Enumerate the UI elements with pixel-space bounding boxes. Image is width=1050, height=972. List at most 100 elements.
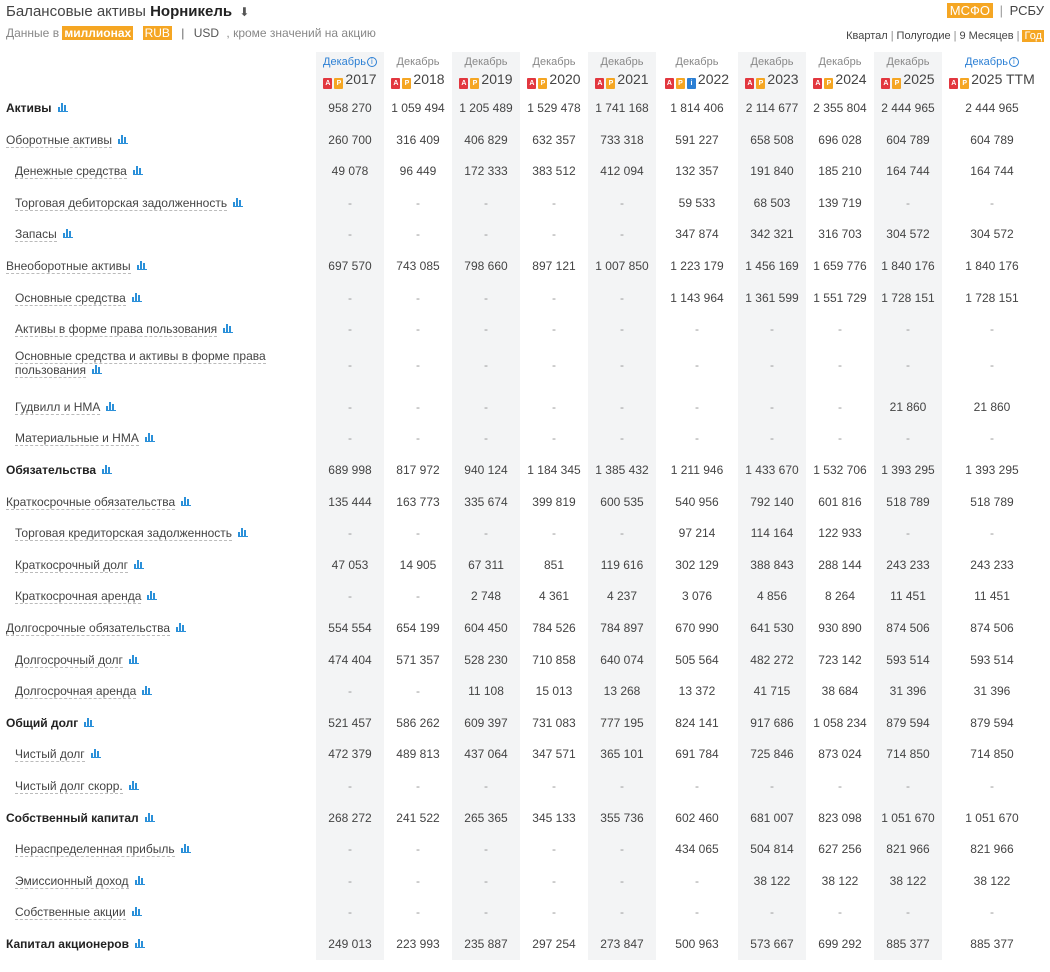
row-label[interactable]: Основные средства <box>15 290 142 306</box>
row-label[interactable]: Торговая дебиторская задолженность <box>15 195 244 211</box>
pdf-report-icon[interactable]: A <box>459 78 469 89</box>
table-cell: - <box>484 195 488 210</box>
bar-chart-icon[interactable] <box>136 261 147 270</box>
bar-chart-icon[interactable] <box>57 103 68 112</box>
row-label[interactable]: Оборотные активы <box>6 132 128 148</box>
bar-chart-icon[interactable] <box>84 717 95 727</box>
table-cell: - <box>348 684 352 699</box>
table-cell: 241 522 <box>396 810 440 825</box>
column-month-label: Декабрь <box>818 56 862 68</box>
row-label[interactable]: Долгосрочные обязательства <box>6 621 187 636</box>
bar-chart-icon[interactable] <box>91 364 102 374</box>
bar-chart-icon[interactable] <box>147 591 158 601</box>
row-label[interactable]: Краткосрочный долг <box>15 557 145 573</box>
period-tab[interactable]: 9 Месяцев <box>959 30 1013 42</box>
currency-usd-button[interactable]: USD <box>194 26 219 40</box>
table-cell: 342 321 <box>750 227 794 242</box>
bar-chart-icon[interactable] <box>128 654 139 664</box>
row-label-text: Краткосрочные обязательства <box>6 494 176 510</box>
pdf-report-icon[interactable]: A <box>391 78 401 89</box>
presentation-icon[interactable]: P <box>756 78 766 89</box>
bar-chart-icon[interactable] <box>233 197 244 207</box>
row-label[interactable]: Активы <box>6 101 68 115</box>
period-tab[interactable]: Квартал <box>846 30 888 42</box>
row-label[interactable]: Активы в форме права пользования <box>15 322 234 338</box>
row-label[interactable]: Эмиссионный доход <box>15 873 145 889</box>
period-tab[interactable]: Год <box>1022 30 1044 42</box>
row-label[interactable]: Собственные акции <box>15 905 142 921</box>
row-label[interactable]: Запасы <box>15 227 73 243</box>
presentation-icon[interactable]: P <box>538 78 548 89</box>
bar-chart-icon[interactable] <box>135 939 145 948</box>
row-label[interactable]: Краткосрочные обязательства <box>6 494 192 510</box>
bar-chart-icon[interactable] <box>238 528 249 538</box>
bar-chart-icon[interactable] <box>106 401 117 411</box>
presentation-icon[interactable]: P <box>470 78 480 89</box>
pdf-report-icon[interactable]: A <box>664 78 674 89</box>
bar-chart-icon[interactable] <box>134 559 145 569</box>
presentation-icon[interactable]: P <box>892 78 902 89</box>
msfo-button[interactable]: МСФО <box>946 3 993 18</box>
document-icon[interactable]: i <box>686 78 696 89</box>
table-cell: 304 572 <box>886 227 930 242</box>
download-icon[interactable]: ⬇ <box>239 5 249 19</box>
row-label[interactable]: Гудвилл и НМА <box>15 399 117 415</box>
row-label[interactable]: Общий долг <box>6 716 95 730</box>
pdf-report-icon[interactable]: A <box>949 78 959 89</box>
rsbu-button[interactable]: РСБУ <box>1010 3 1044 18</box>
bar-chart-icon[interactable] <box>181 496 192 506</box>
pdf-report-icon[interactable]: A <box>881 78 891 89</box>
presentation-icon[interactable]: P <box>960 78 970 89</box>
presentation-icon[interactable]: P <box>675 78 685 89</box>
presentation-icon[interactable]: P <box>824 78 834 89</box>
presentation-icon[interactable]: P <box>606 78 616 89</box>
period-tab[interactable]: Полугодие <box>897 30 951 42</box>
bar-chart-icon[interactable] <box>142 686 153 696</box>
pdf-report-icon[interactable]: A <box>745 78 755 89</box>
row-label[interactable]: Собственный капитал <box>6 811 155 825</box>
bar-chart-icon[interactable] <box>180 844 191 854</box>
row-label[interactable]: Материальные и НМА <box>15 431 155 447</box>
table-cell: - <box>552 357 556 372</box>
row-label[interactable]: Денежные средства <box>15 164 143 180</box>
pdf-report-icon[interactable]: A <box>813 78 823 89</box>
bar-chart-icon[interactable] <box>223 324 234 334</box>
bar-chart-icon[interactable] <box>144 812 155 822</box>
row-label[interactable]: Долгосрочная аренда <box>15 684 153 700</box>
bar-chart-icon[interactable] <box>176 623 187 632</box>
row-label[interactable]: Чистый долг <box>15 747 101 763</box>
bar-chart-icon[interactable] <box>144 433 155 443</box>
row-label[interactable]: Чистый долг скорр. <box>15 779 139 794</box>
row-label[interactable]: Нераспределенная прибыль <box>15 842 191 858</box>
table-cell: - <box>348 290 352 305</box>
table-cell: 1 529 478 <box>527 101 581 115</box>
bar-chart-icon[interactable] <box>117 134 128 144</box>
presentation-icon[interactable]: P <box>402 78 412 89</box>
bar-chart-icon[interactable] <box>102 465 113 474</box>
bar-chart-icon[interactable] <box>90 749 101 759</box>
row-label[interactable]: Обязательства <box>6 463 113 477</box>
row-label[interactable]: Внеоборотные активы <box>6 259 147 274</box>
row-label[interactable]: Долгосрочный долг <box>15 652 139 668</box>
table-cell: 38 122 <box>889 873 927 888</box>
bar-chart-icon[interactable] <box>132 166 143 176</box>
row-label[interactable]: Краткосрочная аренда <box>15 589 158 605</box>
bar-chart-icon[interactable] <box>131 292 142 302</box>
bar-chart-icon[interactable] <box>128 781 139 790</box>
currency-rub-button[interactable]: RUB <box>142 26 172 40</box>
pdf-report-icon[interactable]: A <box>323 78 333 89</box>
pdf-report-icon[interactable]: A <box>527 78 537 89</box>
info-icon[interactable]: i <box>1008 57 1019 67</box>
row-label[interactable]: Торговая кредиторская задолженность <box>15 526 249 542</box>
info-icon[interactable]: i <box>366 57 377 67</box>
bar-chart-icon[interactable] <box>134 875 145 885</box>
row-label[interactable]: Основные средства и активы в форме права… <box>15 348 295 378</box>
table-cell: 602 460 <box>675 810 719 825</box>
table-cell: - <box>620 357 624 372</box>
bar-chart-icon[interactable] <box>62 229 73 239</box>
row-label[interactable]: Капитал акционеров <box>6 937 145 951</box>
pdf-report-icon[interactable]: A <box>595 78 605 89</box>
presentation-icon[interactable]: P <box>334 78 344 89</box>
column-header: Декабрь i A P 2017 <box>316 55 384 91</box>
bar-chart-icon[interactable] <box>131 907 142 917</box>
